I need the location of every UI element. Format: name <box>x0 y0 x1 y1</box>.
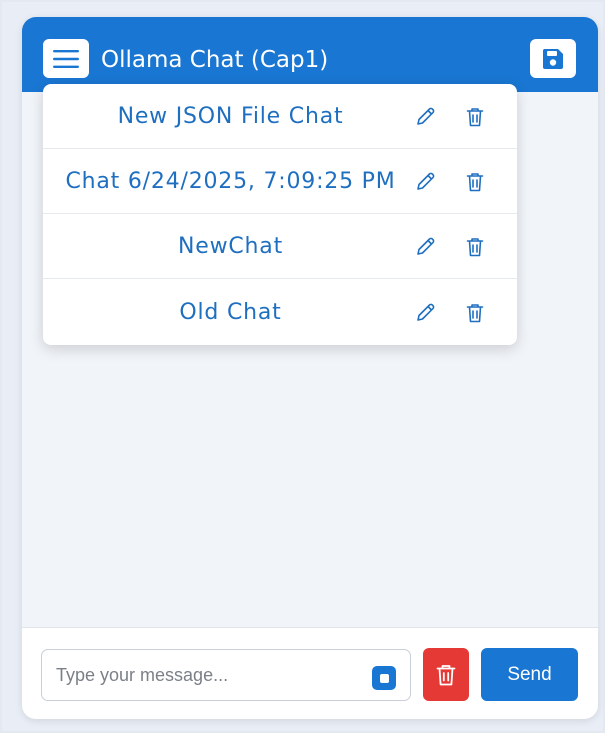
save-button[interactable] <box>530 39 576 78</box>
chat-list-dropdown: New JSON File Chat Chat 6/24/2025, 7:09:… <box>43 84 517 345</box>
pencil-icon[interactable] <box>414 302 436 324</box>
menu-button[interactable] <box>43 39 89 78</box>
hamburger-menu-icon <box>53 49 79 68</box>
pencil-icon[interactable] <box>414 171 436 193</box>
chat-item-label[interactable]: Chat 6/24/2025, 7:09:25 PM <box>53 149 408 214</box>
trash-icon[interactable] <box>464 106 486 128</box>
message-composer: Send <box>22 627 598 719</box>
app-frame: Ollama Chat (Cap1) New JSON File Chat Ch… <box>2 2 603 731</box>
trash-icon[interactable] <box>464 236 486 258</box>
trash-icon <box>436 664 456 685</box>
floppy-disk-save-icon <box>542 48 563 69</box>
chat-item-label[interactable]: NewChat <box>53 214 408 279</box>
chat-list-item[interactable]: Chat 6/24/2025, 7:09:25 PM <box>43 149 517 214</box>
chat-list-item[interactable]: NewChat <box>43 214 517 279</box>
chat-item-label[interactable]: Old Chat <box>53 280 408 345</box>
clear-chat-button[interactable] <box>423 648 469 701</box>
pencil-icon[interactable] <box>414 236 436 258</box>
app-title: Ollama Chat (Cap1) <box>101 47 329 73</box>
send-button[interactable]: Send <box>481 648 578 701</box>
message-input[interactable] <box>41 649 411 701</box>
chat-list-item[interactable]: Old Chat <box>43 280 517 345</box>
trash-icon[interactable] <box>464 302 486 324</box>
stop-square-icon <box>379 673 389 683</box>
chat-list-item[interactable]: New JSON File Chat <box>43 84 517 149</box>
pencil-icon[interactable] <box>414 106 436 128</box>
chat-item-label[interactable]: New JSON File Chat <box>53 84 408 149</box>
app-header: Ollama Chat (Cap1) <box>22 17 598 92</box>
stop-button[interactable] <box>372 666 396 690</box>
trash-icon[interactable] <box>464 171 486 193</box>
chat-window: Ollama Chat (Cap1) New JSON File Chat Ch… <box>22 17 598 719</box>
